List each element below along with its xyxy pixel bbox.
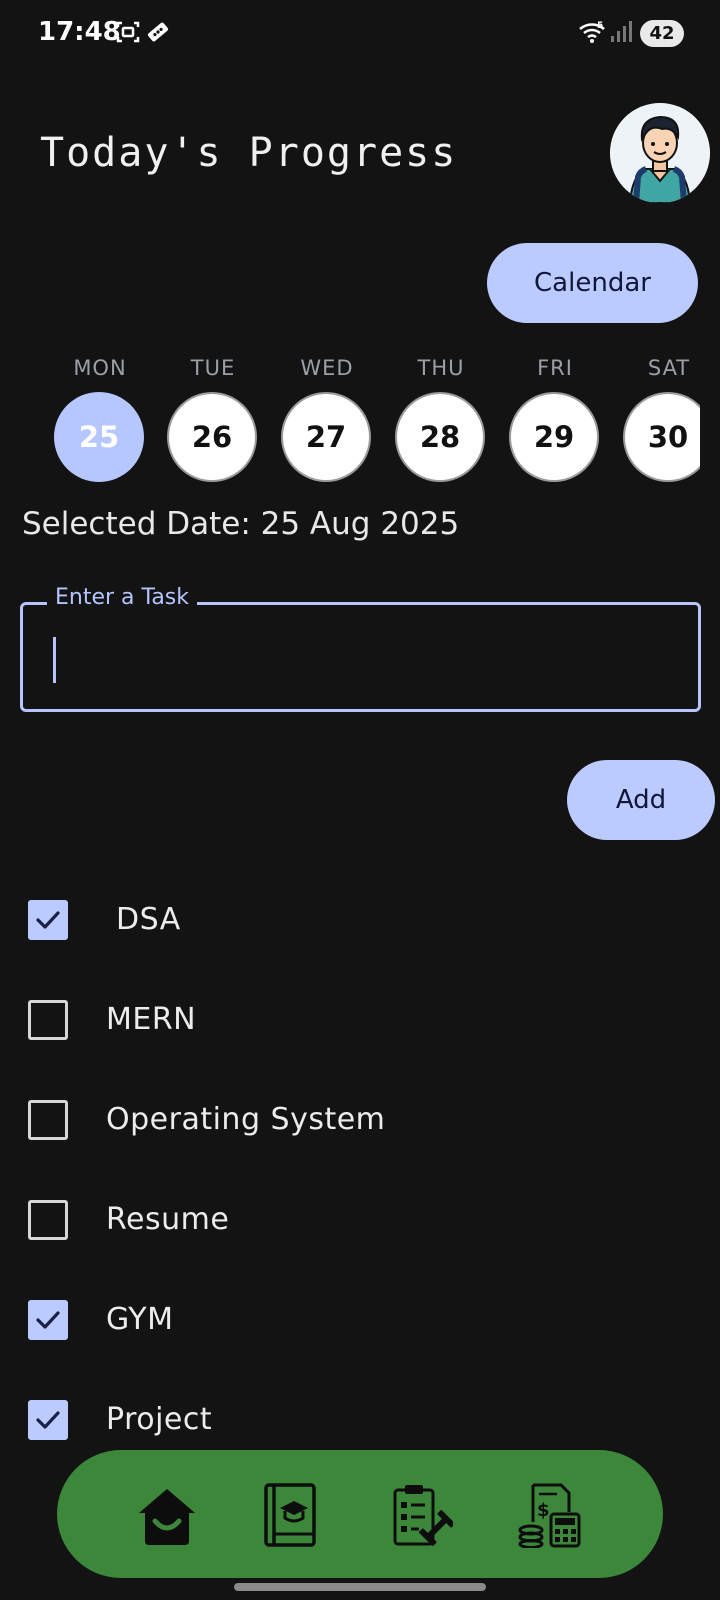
nav-workout[interactable]	[387, 1480, 457, 1550]
home-icon	[139, 1489, 195, 1545]
day-label: WED	[300, 356, 354, 380]
task-label: Operating System	[106, 1102, 386, 1137]
task-input[interactable]	[48, 629, 668, 679]
selected-date-text: Selected Date: 25 Aug 2025	[22, 506, 460, 542]
task-label: GYM	[106, 1302, 174, 1337]
workout-plan-icon	[393, 1485, 453, 1546]
day-label: TUE	[190, 356, 236, 380]
week-day-strip: MON 25 TUE 26 WED 27 THU 28 FRI 29 SAT 3…	[44, 350, 700, 485]
day-tue[interactable]: TUE 26	[167, 350, 259, 482]
day-label: MON	[73, 356, 127, 380]
add-task-button[interactable]: Add	[567, 760, 715, 840]
day-wed[interactable]: WED 27	[281, 350, 373, 482]
calendar-button[interactable]: Calendar	[487, 243, 698, 323]
wifi-icon: 5	[578, 20, 606, 49]
task-checkbox-checked[interactable]	[28, 1300, 68, 1340]
task-label: Project	[106, 1402, 213, 1437]
day-fri[interactable]: FRI 29	[509, 350, 601, 482]
screenshot-icon	[116, 20, 140, 49]
day-label: THU	[417, 356, 465, 380]
task-item-dsa[interactable]: DSA	[0, 880, 720, 980]
day-thu[interactable]: THU 28	[395, 350, 487, 482]
date-circle[interactable]: 26	[167, 392, 257, 482]
task-input-field[interactable]: Enter a Task	[20, 585, 701, 712]
day-label: SAT	[647, 356, 691, 380]
status-bar: 17:48 5 42	[0, 0, 720, 66]
gesture-navigation-bar[interactable]	[234, 1583, 486, 1591]
day-sat[interactable]: SAT 30	[623, 350, 700, 482]
task-item-mern[interactable]: MERN	[0, 980, 720, 1080]
date-circle-selected[interactable]: 25	[54, 392, 144, 482]
date-circle[interactable]: 30	[623, 392, 700, 482]
day-mon[interactable]: MON 25	[54, 350, 146, 482]
date-circle[interactable]: 28	[395, 392, 485, 482]
app-screen: 17:48 5 42 Today's Progress Calendar MON…	[0, 0, 720, 1600]
check-icon	[36, 911, 60, 929]
task-checkbox[interactable]	[28, 1100, 68, 1140]
svg-text:$: $	[537, 1500, 550, 1521]
finance-calculator-icon: $	[518, 1483, 581, 1548]
nav-study[interactable]	[255, 1480, 325, 1550]
avatar[interactable]	[610, 103, 710, 203]
task-item-resume[interactable]: Resume	[0, 1180, 720, 1280]
text-cursor	[53, 637, 56, 683]
check-icon	[36, 1411, 60, 1429]
page-title: Today's Progress	[40, 130, 458, 176]
status-time: 17:48	[38, 17, 121, 47]
task-checkbox[interactable]	[28, 1000, 68, 1040]
day-label: FRI	[537, 356, 573, 380]
battery-indicator: 42	[640, 20, 684, 47]
signal-icon	[610, 20, 632, 49]
task-label: MERN	[106, 1002, 197, 1037]
ticket-icon	[146, 20, 170, 49]
nav-finance[interactable]: $	[515, 1480, 585, 1550]
task-checkbox[interactable]	[28, 1200, 68, 1240]
study-book-icon	[264, 1483, 316, 1547]
check-icon	[36, 1311, 60, 1329]
svg-text:5: 5	[597, 21, 603, 31]
task-item-gym[interactable]: GYM	[0, 1280, 720, 1380]
task-checkbox-checked[interactable]	[28, 900, 68, 940]
task-item-operating-system[interactable]: Operating System	[0, 1080, 720, 1180]
task-input-label: Enter a Task	[47, 585, 197, 610]
bottom-navigation: $	[57, 1450, 663, 1578]
date-circle[interactable]: 27	[281, 392, 371, 482]
task-label: Resume	[106, 1202, 230, 1237]
nav-home[interactable]	[132, 1480, 202, 1550]
task-label: DSA	[116, 902, 181, 937]
date-circle[interactable]: 29	[509, 392, 599, 482]
task-checkbox-checked[interactable]	[28, 1400, 68, 1440]
